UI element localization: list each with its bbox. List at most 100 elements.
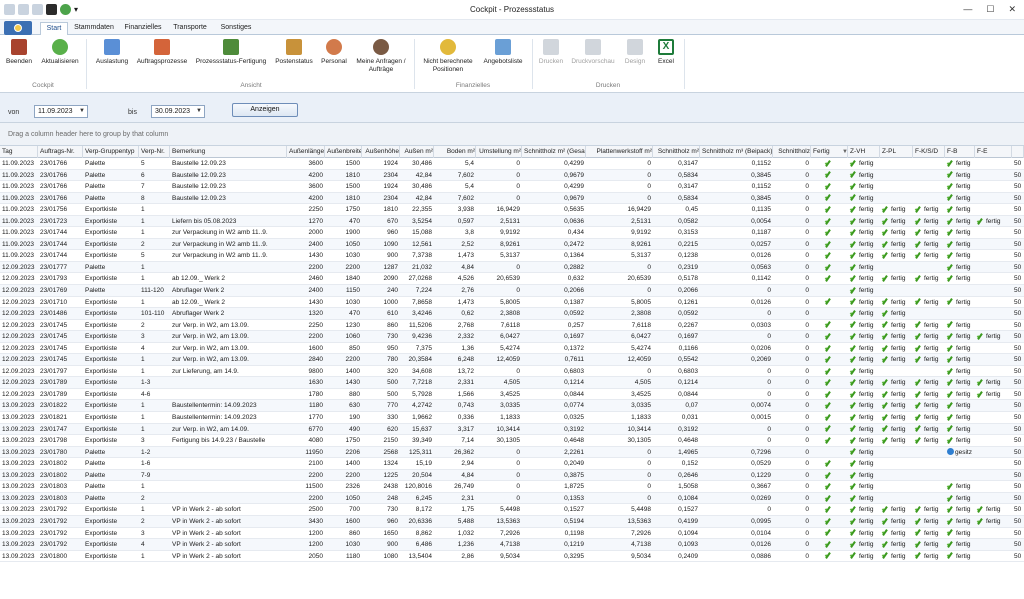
column-header[interactable]: Tag (0, 146, 38, 158)
angebotsliste-button[interactable]: Angebotsliste (480, 39, 526, 66)
anzeigen-button[interactable]: Anzeigen (232, 103, 298, 117)
app-menu-button[interactable] (4, 21, 32, 35)
auftragsprozesse-button[interactable]: Auftragsprozesse (134, 39, 190, 66)
table-row[interactable]: 13.09.2023 23/01802 Palette 7-9 2200 2200 1225… (0, 469, 1024, 482)
filter-icon[interactable]: ▼ (842, 146, 848, 158)
column-header[interactable]: Schnittholz (773, 146, 811, 158)
column-header[interactable]: Außen m² (400, 146, 434, 158)
column-header[interactable]: Auftrags-Nr. (38, 146, 83, 158)
column-header[interactable]: Z-PL (880, 146, 913, 158)
table-cell: 3,938 (457, 206, 474, 214)
druckvorschau-button[interactable]: Druckvorschau (568, 39, 618, 66)
table-row[interactable]: 13.09.2023 23/01802 Palette 1-6 2100 1400 1324… (0, 458, 1024, 470)
table-cell (975, 458, 1012, 469)
tab-transporte[interactable]: Transporte (168, 22, 212, 35)
table-row[interactable]: 11.09.2023 23/01744 Exportkiste 1 zur Verpac… (0, 227, 1024, 239)
tab-sonstiges[interactable]: Sonstiges (214, 22, 258, 35)
column-header[interactable]: Plattenwerkstoff m² (586, 146, 653, 158)
table-row[interactable]: 12.09.2023 23/01745 Exportkiste 4 zur Verp. … (0, 343, 1024, 355)
von-date-input[interactable]: 11.09.2023 ▼ (34, 105, 88, 118)
table-row[interactable]: 13.09.2023 23/01792 Exportkiste 4 VP in Werk… (0, 539, 1024, 551)
column-header[interactable]: Umstellung m² (476, 146, 522, 158)
column-header[interactable]: Schnittholz m² (Gesar (522, 146, 586, 158)
table-row[interactable]: 13.09.2023 23/01822 Exportkiste 1 Baustellen… (0, 400, 1024, 413)
column-header[interactable]: Verp-Gruppentyp (83, 146, 139, 158)
table-row[interactable]: 11.09.2023 23/01756 Exportkiste 1 2250 1750 18… (0, 204, 1024, 216)
maximize-icon[interactable]: ☐ (986, 4, 994, 15)
column-header[interactable]: Verp-Nr. (139, 146, 170, 158)
column-header[interactable]: Boden m² (434, 146, 476, 158)
tab-stammdaten[interactable]: Stammdaten (70, 22, 118, 35)
table-row[interactable]: 13.09.2023 23/01792 Exportkiste 2 VP in Werk… (0, 515, 1024, 528)
table-row[interactable]: 13.09.2023 23/01798 Exportkiste 3 Fertigung … (0, 435, 1024, 447)
table-row[interactable]: 11.09.2023 23/01766 Palette 8 Baustelle 12.0… (0, 192, 1024, 205)
table-row[interactable]: 11.09.2023 23/01766 Palette 7 Baustelle 12.0… (0, 181, 1024, 193)
table-row[interactable]: 13.09.2023 23/01803 Palette 1 11500 2326 2438 1… (0, 481, 1024, 493)
table-cell (975, 412, 1012, 423)
nicht-berechnete-positionen-button[interactable]: Nicht berechnete Positionen (418, 39, 478, 74)
meine-anfragen-button[interactable]: Meine Anfragen / Aufträge (354, 39, 408, 74)
table-row[interactable]: 13.09.2023 23/01803 Palette 2 2200 1050 248 6,2… (0, 492, 1024, 505)
prozessstatus-fertigung-button[interactable]: Prozessstatus-Fertigung (192, 39, 270, 66)
table-row[interactable]: 11.09.2023 23/01723 Exportkiste 1 Liefern bi… (0, 215, 1024, 228)
column-header[interactable]: F-B (945, 146, 975, 158)
dropdown-arrow-icon[interactable]: ▼ (79, 106, 85, 117)
column-header[interactable]: Z-VH (848, 146, 880, 158)
grid-body[interactable]: 11.09.2023 23/01766 Palette 5 Baustelle 12.0… (0, 158, 1024, 599)
auslastung-button[interactable]: Auslastung (92, 39, 132, 66)
table-row[interactable]: 12.09.2023 23/01777 Palette 1 2200 2200 1287 21… (0, 261, 1024, 274)
table-cell (975, 493, 1012, 504)
table-row[interactable]: 12.09.2023 23/01486 Exportkiste 101-110 Abru… (0, 308, 1024, 320)
group-by-panel[interactable]: Drag a column header here to group by th… (0, 123, 1024, 146)
bis-date-input[interactable]: 30.09.2023 ▼ (151, 105, 205, 118)
table-row[interactable]: 11.09.2023 23/01744 Exportkiste 5 zur Verpac… (0, 250, 1024, 262)
design-button[interactable]: Design (620, 39, 650, 66)
table-row[interactable]: 11.09.2023 23/01766 Palette 6 Baustelle 12.0… (0, 169, 1024, 182)
aktualisieren-button[interactable]: Aktualisieren (38, 39, 82, 66)
table-row[interactable]: 11.09.2023 23/01766 Palette 5 Baustelle 12.0… (0, 158, 1024, 170)
check-icon (825, 437, 833, 444)
tab-finanzielles[interactable]: Finanzielles (120, 22, 166, 35)
table-row[interactable]: 13.09.2023 23/01792 Exportkiste 3 VP in Werk… (0, 528, 1024, 540)
table-row[interactable]: 13.09.2023 23/01780 Palette 1-2 11950 2206 256… (0, 446, 1024, 459)
column-header[interactable]: Außenlänge (287, 146, 325, 158)
column-header[interactable]: Außenhöhe (362, 146, 400, 158)
drucken-button[interactable]: Drucken (536, 39, 566, 66)
postenstatus-button[interactable]: Postenstatus (272, 39, 316, 66)
tab-start[interactable]: Start (40, 22, 68, 35)
table-row[interactable]: 13.09.2023 23/01800 Exportkiste 1 VP in Werk… (0, 551, 1024, 563)
column-header[interactable]: Schnittholz m³ (Beipack) (700, 146, 773, 158)
table-row[interactable]: 12.09.2023 23/01745 Exportkiste 1 zur Verp. … (0, 354, 1024, 366)
table-cell: 23/01744 (40, 229, 68, 237)
table-row[interactable]: 12.09.2023 23/01769 Palette 111-120 Abruflag… (0, 285, 1024, 297)
column-header[interactable] (1012, 146, 1024, 158)
table-row[interactable]: 12.09.2023 23/01797 Exportkiste 1 zur Liefer… (0, 366, 1024, 378)
table-cell: 11.09.2023 (2, 217, 35, 225)
personal-button[interactable]: Personal (318, 39, 350, 66)
dropdown-arrow-icon[interactable]: ▼ (196, 106, 202, 117)
table-row[interactable]: 13.09.2023 23/01747 Exportkiste 1 zur Verp. … (0, 423, 1024, 436)
table-cell: 0,3875 (564, 471, 584, 479)
table-cell: 960 (387, 517, 398, 525)
table-row[interactable]: 12.09.2023 23/01745 Exportkiste 2 zur Verp. … (0, 320, 1024, 332)
table-row[interactable]: 12.09.2023 23/01745 Exportkiste 3 zur Verp. … (0, 331, 1024, 343)
table-row[interactable]: 12.09.2023 23/01793 Exportkiste 1 ab 12.09._… (0, 273, 1024, 286)
table-row[interactable]: 12.09.2023 23/01789 Exportkiste 4-6 1780 880 5… (0, 389, 1024, 401)
column-header[interactable]: Außenbreite (325, 146, 362, 158)
table-row[interactable]: 11.09.2023 23/01744 Exportkiste 2 zur Verpac… (0, 238, 1024, 251)
table-row[interactable]: 12.09.2023 23/01789 Exportkiste 1-3 1630 1430… (0, 377, 1024, 389)
close-icon[interactable]: ✕ (1008, 4, 1016, 15)
table-row[interactable]: 12.09.2023 23/01710 Exportkiste 1 ab 12.09._… (0, 297, 1024, 309)
check-icon (882, 518, 890, 525)
minimize-icon[interactable]: — (963, 4, 972, 15)
column-header[interactable]: Bemerkung (170, 146, 287, 158)
beenden-button[interactable]: Beenden (4, 39, 34, 66)
column-header[interactable]: Schnittholz m² (653, 146, 700, 158)
column-header[interactable]: F-K/S/D (913, 146, 945, 158)
table-cell: 1924 (383, 183, 398, 191)
table-cell: 125,311 (408, 448, 432, 456)
table-row[interactable]: 13.09.2023 23/01792 Exportkiste 1 VP in Werk… (0, 504, 1024, 516)
excel-button[interactable]: X Excel (652, 39, 680, 66)
column-header[interactable]: F-E (975, 146, 1012, 158)
table-row[interactable]: 13.09.2023 23/01821 Exportkiste 1 Baustellen… (0, 412, 1024, 424)
